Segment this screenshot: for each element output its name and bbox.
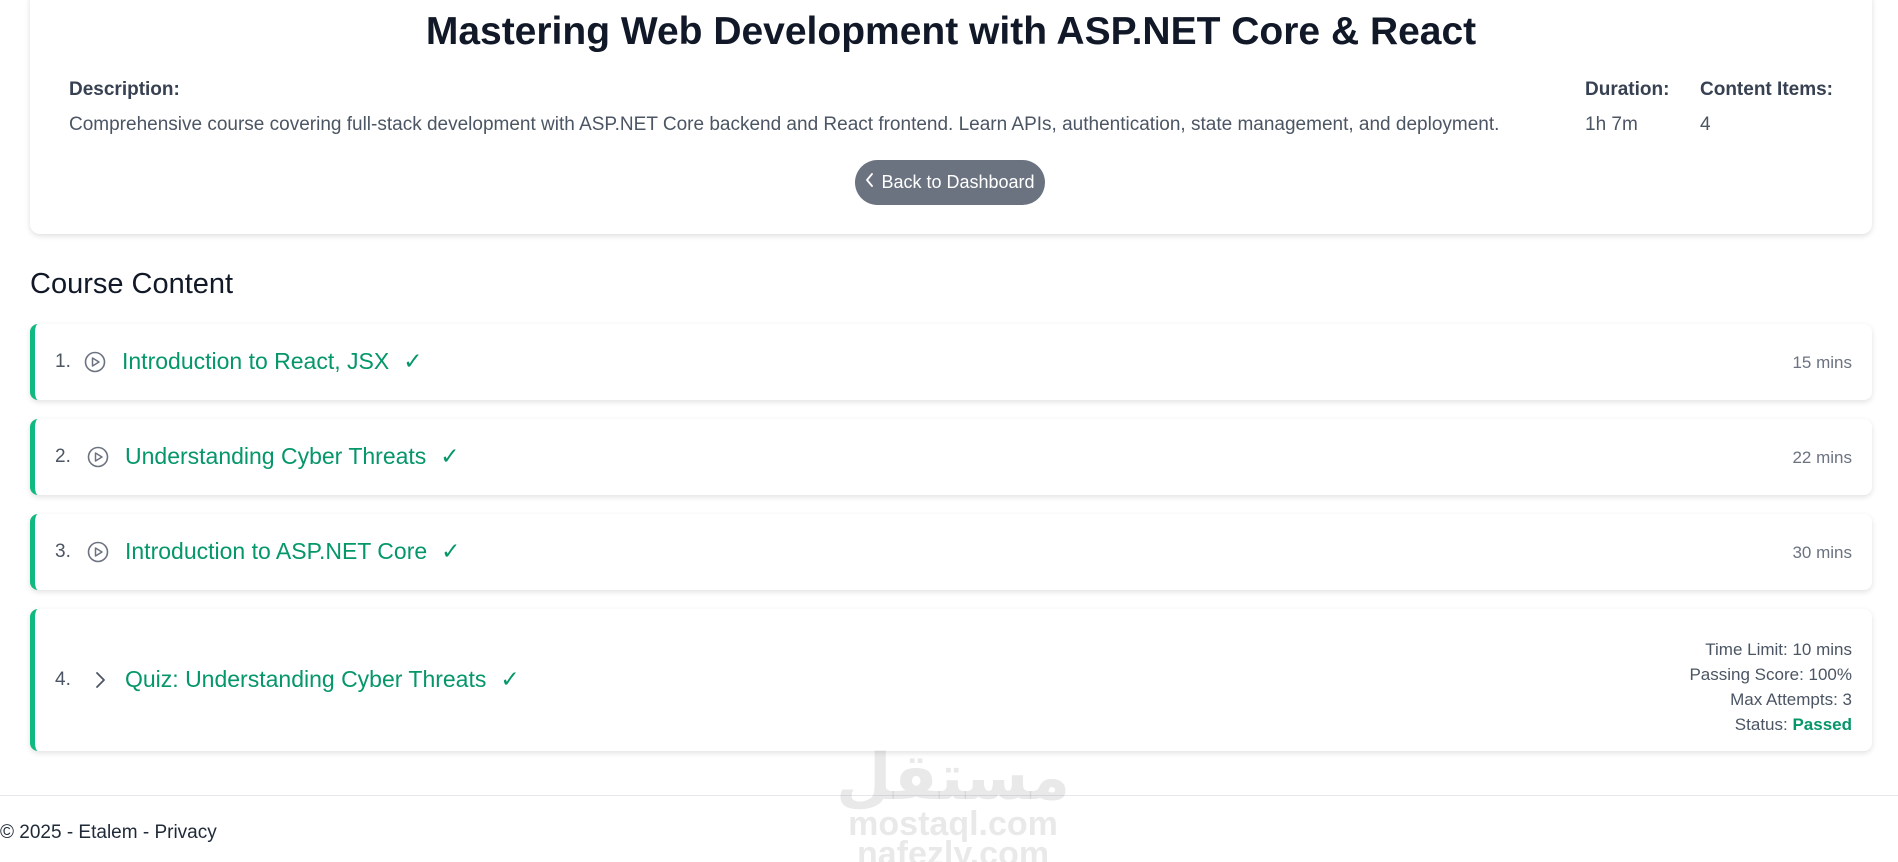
- quiz-details: Time Limit: 10 mins Passing Score: 100% …: [1689, 637, 1852, 737]
- quiz-time-limit: Time Limit: 10 mins: [1705, 640, 1852, 659]
- completed-check-icon: ✓: [441, 538, 461, 564]
- back-to-dashboard-label: Back to Dashboard: [881, 172, 1035, 192]
- course-page: Mastering Web Development with ASP.NET C…: [0, 0, 1898, 862]
- quiz-status-label: Status:: [1734, 715, 1788, 734]
- content-item-number: 2.: [55, 446, 71, 467]
- duration-value: 1h 7m: [1585, 114, 1638, 135]
- back-to-dashboard-button[interactable]: Back to Dashboard: [855, 160, 1045, 205]
- watermark-site-nafezly: nafezly.com: [856, 835, 1050, 862]
- watermark-logo: مستقل: [836, 741, 1072, 813]
- chevron-right-icon[interactable]: [89, 669, 111, 691]
- footer: © 2025 - Etalem - Privacy: [0, 822, 217, 844]
- play-circle-icon: [84, 351, 106, 373]
- watermark-site-mostaql: mostaql.com: [848, 805, 1058, 843]
- quiz-status-value: Passed: [1792, 715, 1852, 734]
- content-item-duration: 22 mins: [1792, 448, 1852, 467]
- watermark: مستقل mostaql.com nafezly.com: [836, 741, 1072, 862]
- play-circle-icon: [87, 541, 109, 563]
- quiz-max-attempts: Max Attempts: 3: [1730, 690, 1852, 709]
- content-item-number: 3.: [55, 541, 71, 562]
- completed-check-icon: ✓: [440, 443, 460, 469]
- footer-divider: [0, 795, 1898, 796]
- duration-label: Duration:: [1585, 79, 1670, 100]
- content-item-2[interactable]: 2. Understanding Cyber Threats ✓ 22 mins: [30, 419, 1872, 495]
- footer-copyright: © 2025 - Etalem -: [0, 822, 155, 843]
- content-item-duration: 30 mins: [1792, 543, 1852, 562]
- completed-check-icon: ✓: [500, 666, 520, 692]
- description-text: Comprehensive course covering full-stack…: [69, 114, 1500, 135]
- content-item-number: 1.: [55, 351, 71, 372]
- content-item-3[interactable]: 3. Introduction to ASP.NET Core ✓ 30 mins: [30, 514, 1872, 590]
- privacy-link[interactable]: Privacy: [154, 822, 216, 843]
- course-title: Mastering Web Development with ASP.NET C…: [425, 10, 1477, 53]
- content-item-title: Quiz: Understanding Cyber Threats: [125, 666, 487, 692]
- completed-check-icon: ✓: [403, 348, 423, 374]
- content-item-title: Introduction to React, JSX: [122, 348, 390, 374]
- content-item-duration: 15 mins: [1792, 353, 1852, 372]
- description-label: Description:: [69, 79, 180, 100]
- quiz-status: Status: Passed: [1689, 712, 1852, 737]
- content-items-label: Content Items:: [1700, 79, 1833, 100]
- content-item-number: 4.: [55, 669, 71, 690]
- chevron-left-icon: [865, 172, 875, 190]
- content-items-value: 4: [1700, 114, 1711, 135]
- play-circle-icon: [87, 446, 109, 468]
- content-item-title: Introduction to ASP.NET Core: [125, 538, 428, 564]
- content-item-4[interactable]: 4. Quiz: Understanding Cyber Threats ✓ Ti…: [30, 609, 1872, 751]
- course-content-heading: Course Content: [30, 268, 234, 300]
- course-header-card: Mastering Web Development with ASP.NET C…: [30, 0, 1872, 234]
- content-item-1[interactable]: 1. Introduction to React, JSX ✓ 15 mins: [30, 324, 1872, 400]
- content-item-title: Understanding Cyber Threats: [125, 443, 427, 469]
- quiz-passing-score: Passing Score: 100%: [1689, 665, 1852, 684]
